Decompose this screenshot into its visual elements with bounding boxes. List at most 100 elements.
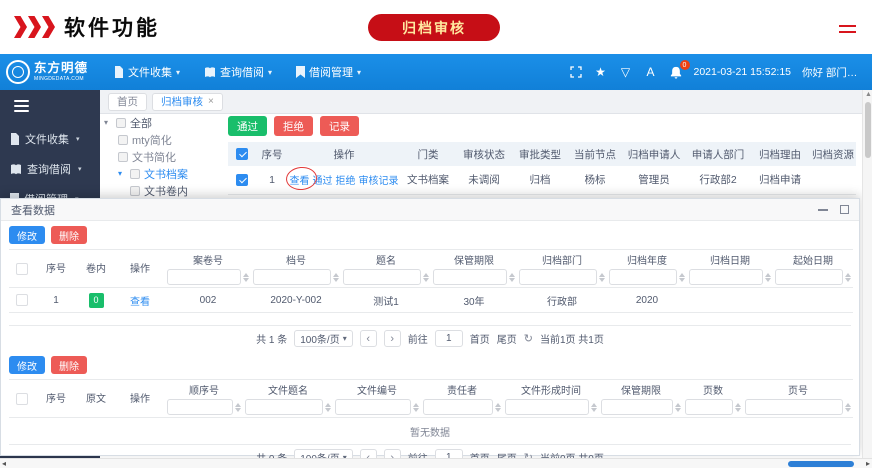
- first-page-link[interactable]: 首页: [470, 331, 490, 346]
- star-icon[interactable]: ★: [594, 65, 608, 79]
- tree-node-mty[interactable]: mty简化: [104, 131, 226, 148]
- filter-input[interactable]: [335, 399, 411, 415]
- menu-icon[interactable]: [839, 25, 856, 37]
- tree-node-wenshu-juannei[interactable]: 文书卷内: [104, 182, 226, 199]
- tree-checkbox[interactable]: [130, 169, 140, 179]
- filter-input[interactable]: [609, 269, 677, 285]
- sort-icon[interactable]: [243, 273, 249, 282]
- minimize-icon[interactable]: [818, 209, 828, 211]
- tab-bar: 首页 归档审核 ×: [100, 90, 872, 114]
- sort-icon[interactable]: [325, 403, 331, 412]
- fullscreen-icon[interactable]: [569, 65, 583, 79]
- filter-input[interactable]: [167, 269, 241, 285]
- tree-node-root[interactable]: ▾ 全部: [104, 114, 226, 131]
- tree-checkbox[interactable]: [130, 186, 140, 196]
- count-badge[interactable]: 0: [89, 293, 104, 308]
- sort-icon[interactable]: [679, 273, 685, 282]
- nav-item-query-borrow[interactable]: 查询借阅 ▾: [192, 54, 284, 90]
- refresh-icon[interactable]: ↻: [524, 332, 533, 345]
- filter-input[interactable]: [245, 399, 323, 415]
- font-size-icon[interactable]: A: [644, 65, 658, 79]
- next-page-button[interactable]: ›: [384, 330, 401, 347]
- record-button[interactable]: 记录: [320, 116, 359, 136]
- sort-icon[interactable]: [845, 403, 851, 412]
- prev-page-button[interactable]: ‹: [360, 330, 377, 347]
- filter-input[interactable]: [601, 399, 673, 415]
- view-link[interactable]: 查看: [130, 297, 150, 308]
- tree-node-wenshu-dangan[interactable]: ▾ 文书档案: [104, 165, 226, 182]
- scroll-up-icon[interactable]: ▲: [865, 91, 872, 98]
- reject-link[interactable]: 拒绝: [336, 176, 356, 187]
- sort-icon[interactable]: [495, 403, 501, 412]
- filter-input[interactable]: [745, 399, 843, 415]
- select-all-checkbox-cell: [9, 250, 35, 288]
- sort-icon[interactable]: [591, 403, 597, 412]
- delete-button[interactable]: 删除: [51, 226, 87, 244]
- tree-checkbox[interactable]: [118, 135, 128, 145]
- filter-input[interactable]: [685, 399, 733, 415]
- edit-button[interactable]: 修改: [9, 356, 45, 374]
- filter-input[interactable]: [167, 399, 233, 415]
- page-input[interactable]: 1: [435, 330, 463, 347]
- delete-button[interactable]: 删除: [51, 356, 87, 374]
- sort-icon[interactable]: [675, 403, 681, 412]
- edit-button[interactable]: 修改: [9, 226, 45, 244]
- tree-checkbox[interactable]: [118, 152, 128, 162]
- row-checkbox[interactable]: [16, 294, 28, 306]
- row-checkbox[interactable]: [236, 174, 248, 186]
- pass-link[interactable]: 通过: [313, 176, 333, 187]
- sort-icon[interactable]: [509, 273, 515, 282]
- sort-icon[interactable]: [845, 273, 851, 282]
- audit-record-link[interactable]: 审核记录: [359, 176, 399, 187]
- row-checkbox-cell: [228, 166, 256, 194]
- tab-home[interactable]: 首页: [108, 93, 147, 111]
- cell-current-node: 杨标: [568, 166, 622, 194]
- view-link[interactable]: 查看: [290, 176, 310, 187]
- select-all-checkbox[interactable]: [236, 148, 248, 160]
- sort-icon[interactable]: [235, 403, 241, 412]
- select-all-checkbox[interactable]: [16, 393, 28, 405]
- filter-input[interactable]: [505, 399, 589, 415]
- sort-icon[interactable]: [413, 403, 419, 412]
- tab-archive-review[interactable]: 归档审核 ×: [152, 93, 223, 111]
- filter-input[interactable]: [433, 269, 507, 285]
- nav-item-file-collect[interactable]: 文件收集 ▾: [102, 54, 192, 90]
- col-retention: 保管期限: [431, 250, 517, 288]
- sort-icon[interactable]: [423, 273, 429, 282]
- filter-input[interactable]: [253, 269, 331, 285]
- tree-node-wenshu-jianhua[interactable]: 文书简化: [104, 148, 226, 165]
- brand-subtitle: MINGDEDATA.COM: [34, 77, 88, 82]
- row-checkbox-cell: [9, 288, 35, 313]
- sort-icon[interactable]: [333, 273, 339, 282]
- scrollbar-thumb[interactable]: [865, 102, 871, 158]
- select-all-checkbox[interactable]: [16, 263, 28, 275]
- filter-input[interactable]: [343, 269, 421, 285]
- bell-icon[interactable]: 0: [669, 65, 683, 79]
- caret-down-icon[interactable]: ▾: [104, 118, 112, 127]
- vertical-scrollbar[interactable]: ▲: [862, 90, 872, 458]
- sort-icon[interactable]: [599, 273, 605, 282]
- close-icon[interactable]: ×: [208, 96, 214, 107]
- sidebar-item-file-collect[interactable]: 文件收集 ▾: [0, 124, 100, 154]
- sort-icon[interactable]: [765, 273, 771, 282]
- sort-icon[interactable]: [735, 403, 741, 412]
- filter-input[interactable]: [519, 269, 597, 285]
- last-page-link[interactable]: 尾页: [497, 331, 517, 346]
- sidebar-item-query-borrow[interactable]: 查询借阅 ▾: [0, 154, 100, 184]
- theme-icon[interactable]: ▽: [619, 65, 633, 79]
- filter-input[interactable]: [689, 269, 763, 285]
- page-size-select[interactable]: 100条/页▾: [294, 330, 352, 347]
- caret-down-icon[interactable]: ▾: [118, 169, 126, 178]
- nav-item-borrow-manage[interactable]: 借阅管理 ▾: [284, 54, 373, 90]
- reject-button[interactable]: 拒绝: [274, 116, 313, 136]
- filter-input[interactable]: [775, 269, 843, 285]
- horizontal-scrollbar[interactable]: ◂ ▸: [0, 458, 872, 468]
- filter-input[interactable]: [423, 399, 493, 415]
- scrollbar-thumb[interactable]: [788, 461, 854, 467]
- user-greeting[interactable]: 你好 部门负责人: [802, 65, 866, 80]
- maximize-icon[interactable]: [840, 205, 849, 214]
- chevron-down-icon: ▾: [76, 135, 80, 143]
- tree-checkbox[interactable]: [116, 118, 126, 128]
- hamburger-icon[interactable]: [14, 100, 29, 112]
- pass-button[interactable]: 通过: [228, 116, 267, 136]
